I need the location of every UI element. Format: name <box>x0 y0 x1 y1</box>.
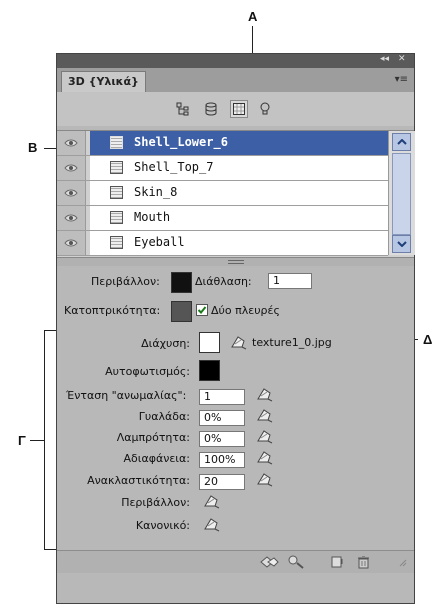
eye-icon[interactable] <box>57 181 86 205</box>
double-sided-checkbox[interactable] <box>196 304 208 316</box>
mesh-filter-icon[interactable] <box>202 100 220 118</box>
callout-gamma: Γ <box>18 433 26 448</box>
reflectivity-amount-label: Ανακλαστικότητα: <box>87 474 190 487</box>
material-name: Shell_Top_7 <box>134 160 214 174</box>
callout-b: B <box>28 140 38 155</box>
texture-map-icon[interactable] <box>256 387 274 403</box>
reflectivity-label: Κατοπτρικότητα: <box>64 304 161 317</box>
texture-map-icon[interactable] <box>256 429 274 445</box>
diffuse-label: Διάχυση: <box>141 337 190 350</box>
gloss-label: Γυαλάδα: <box>138 410 190 423</box>
normal-map-label: Κανονικό: <box>135 519 190 532</box>
resize-grip-icon[interactable] <box>397 554 407 570</box>
list-item[interactable]: Shell_Top_7 <box>57 156 388 181</box>
list-scrollbar[interactable] <box>388 131 415 255</box>
panel-footer <box>57 550 414 573</box>
list-item[interactable]: Eyeball <box>57 231 388 256</box>
close-icon[interactable]: ✕ <box>398 54 406 64</box>
diffuse-texture-name: texture1_0.jpg <box>252 336 332 349</box>
material-name: Skin_8 <box>134 185 178 199</box>
bump-strength-field[interactable]: 1 <box>199 389 245 405</box>
filter-toolbar <box>57 92 414 126</box>
materials-dropper-icon[interactable] <box>287 554 305 570</box>
self-illumination-label: Αυτοφωτισμός: <box>105 365 190 378</box>
panel-splitter[interactable] <box>57 258 414 266</box>
refraction-label: Διάθλαση: <box>195 275 252 288</box>
material-icon <box>110 236 123 249</box>
environment-map-label: Περιβάλλον: <box>121 496 190 509</box>
material-name: Eyeball <box>134 235 185 249</box>
environment-label: Περιβάλλον: <box>91 275 160 288</box>
texture-map-icon[interactable] <box>256 472 274 488</box>
shine-field[interactable]: 0% <box>199 431 245 447</box>
list-item[interactable]: Mouth <box>57 206 388 231</box>
render-icon[interactable] <box>259 554 279 570</box>
texture-map-icon[interactable] <box>230 335 248 351</box>
material-name: Shell_Lower_6 <box>134 135 228 149</box>
material-icon <box>110 186 123 199</box>
panel-menu-icon[interactable]: ▾≡ <box>395 74 408 85</box>
eye-icon[interactable] <box>57 156 86 180</box>
bump-strength-label: Ένταση "ανωμαλίας": <box>66 389 187 402</box>
eye-icon[interactable] <box>57 131 86 155</box>
shine-label: Λαμπρότητα: <box>116 431 190 444</box>
panel-titlebar[interactable]: ◂◂ ✕ <box>57 54 414 68</box>
callout-delta: Δ <box>423 332 433 347</box>
materials-filter-icon[interactable] <box>230 100 248 118</box>
scene-filter-icon[interactable] <box>174 100 192 118</box>
double-chevron-left-icon[interactable]: ◂◂ <box>380 54 389 64</box>
reflectivity-amount-field[interactable]: 20 <box>199 474 245 490</box>
double-sided-label: Δύο πλευρές <box>211 304 280 317</box>
opacity-field[interactable]: 100% <box>199 452 245 468</box>
texture-map-icon[interactable] <box>203 517 221 533</box>
materials-list: Shell_Lower_6 Shell_Top_7 Skin_8 Mouth E… <box>57 130 415 258</box>
list-item[interactable]: Shell_Lower_6 <box>57 131 388 156</box>
texture-map-icon[interactable] <box>256 450 274 466</box>
material-name: Mouth <box>134 210 171 224</box>
self-illumination-color-swatch[interactable] <box>199 360 220 381</box>
scroll-down-icon[interactable] <box>392 235 411 253</box>
eye-icon[interactable] <box>57 231 86 255</box>
tab-3d-materials[interactable]: 3D {Υλικά} <box>61 71 146 92</box>
opacity-label: Αδιαφάνεια: <box>123 452 190 465</box>
material-icon <box>110 161 123 174</box>
refraction-field[interactable]: 1 <box>268 273 312 289</box>
callout-gamma-bracket <box>44 330 45 550</box>
3d-materials-panel: ◂◂ ✕ 3D {Υλικά} ▾≡ Shell_Lower_6 Shell_T… <box>56 53 415 604</box>
material-icon <box>110 136 123 149</box>
diffuse-color-swatch[interactable] <box>199 332 220 353</box>
callout-a: A <box>248 9 258 24</box>
reflectivity-color-swatch[interactable] <box>171 301 192 322</box>
texture-map-icon[interactable] <box>203 494 221 510</box>
new-light-icon[interactable] <box>331 554 345 570</box>
list-item[interactable]: Skin_8 <box>57 181 388 206</box>
lights-filter-icon[interactable] <box>256 100 274 118</box>
eye-icon[interactable] <box>57 206 86 230</box>
material-icon <box>110 211 123 224</box>
delete-icon[interactable] <box>358 554 369 570</box>
callout-gamma-line <box>30 440 44 441</box>
scroll-up-icon[interactable] <box>392 133 411 151</box>
texture-map-icon[interactable] <box>256 408 274 424</box>
scrollbar-thumb[interactable] <box>392 153 411 235</box>
gloss-field[interactable]: 0% <box>199 410 245 426</box>
environment-color-swatch[interactable] <box>171 272 192 293</box>
panel-tab-row: 3D {Υλικά} ▾≡ <box>57 68 414 93</box>
